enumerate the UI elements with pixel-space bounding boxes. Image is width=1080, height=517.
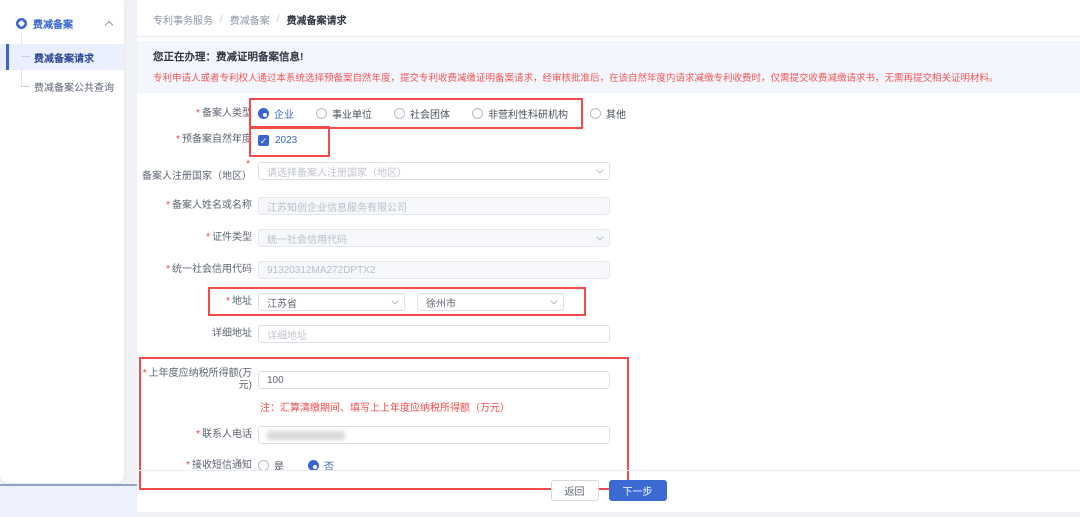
form-footer: 返回 下一步 xyxy=(137,470,1080,501)
contact-phone-input[interactable] xyxy=(258,426,610,444)
notice-banner: 您正在办理：费减证明备案信息! 专利申请人或者专利权人通过本系统选择预备案自然年… xyxy=(137,41,1080,93)
applicant-type-label: *备案人类型 xyxy=(139,108,252,120)
fee-filing-form: *备案人类型 企业 事业单位 社会团体 非营利性科研机构 其他 *预备案自然年度… xyxy=(137,93,1080,490)
field-row-contact-phone: *联系人电话 xyxy=(141,426,627,444)
chevron-down-icon xyxy=(550,297,557,304)
contact-phone-label: *联系人电话 xyxy=(141,429,252,441)
chevron-down-icon xyxy=(596,166,603,173)
taxable-income-note: 注：汇算清缴期间、填写上上年度应纳税所得额（万元） xyxy=(260,399,627,414)
radio-social-organization[interactable]: 社会团体 xyxy=(394,106,450,121)
tree-connector xyxy=(21,56,30,57)
certificate-type-label: *证件类型 xyxy=(139,232,252,244)
field-row-address-detail: 详细地址 详细地址 xyxy=(139,325,1080,343)
radio-dot-icon xyxy=(590,108,601,119)
address-detail-input[interactable]: 详细地址 xyxy=(258,325,610,343)
applicant-type-radio-group: 企业 事业单位 社会团体 非营利性科研机构 其他 xyxy=(258,106,626,121)
field-row-register-country: *备案人注册国家（地区） 请选择备案人注册国家（地区） xyxy=(139,159,1080,183)
register-country-select[interactable]: 请选择备案人注册国家（地区） xyxy=(258,162,610,180)
radio-nonprofit-research[interactable]: 非营利性科研机构 xyxy=(472,106,568,121)
radio-dot-icon xyxy=(472,108,483,119)
year-2023-checkbox[interactable] xyxy=(258,135,269,146)
tree-connector xyxy=(21,86,30,87)
fee-reduction-badge-icon xyxy=(16,18,27,29)
field-row-applicant-type: *备案人类型 企业 事业单位 社会团体 非营利性科研机构 其他 xyxy=(139,106,1080,121)
city-select[interactable]: 徐州市 xyxy=(417,293,564,311)
notice-description: 专利申请人或者专利权人通过本系统选择预备案自然年度，提交专利收费减缴证明备案请求… xyxy=(153,70,1064,84)
year-2023-checkbox-label[interactable]: 2023 xyxy=(275,135,297,146)
taxable-income-label: *上年度应纳税所得额(万元) xyxy=(141,368,252,392)
chevron-up-icon xyxy=(105,20,113,28)
sidebar-base-strip xyxy=(0,484,137,517)
field-row-applicant-name: *备案人姓名或名称 江苏知创企业信息服务有限公司 xyxy=(139,197,1080,215)
next-step-button[interactable]: 下一步 xyxy=(609,480,667,501)
breadcrumb-item-patent-services[interactable]: 专利事务服务 xyxy=(153,12,213,27)
credit-code-label: *统一社会信用代码 xyxy=(139,264,252,276)
sidebar-group-fee-reduction[interactable]: 费减备案 xyxy=(0,13,124,33)
chevron-down-icon xyxy=(596,233,603,240)
chevron-down-icon xyxy=(391,297,398,304)
applicant-name-label: *备案人姓名或名称 xyxy=(139,200,252,212)
certificate-type-select: 统一社会信用代码 xyxy=(258,229,610,247)
radio-dot-icon xyxy=(316,108,327,119)
radio-dot-icon xyxy=(258,108,269,119)
sidebar-item-fee-filing-request[interactable]: 费减备案请求 xyxy=(0,44,124,70)
field-row-address: *地址 江苏省 徐州市 xyxy=(139,293,1080,311)
address-label: *地址 xyxy=(139,296,252,308)
main-panel: 专利事务服务 / 费减备案 / 费减备案请求 您正在办理：费减证明备案信息! 专… xyxy=(137,0,1080,512)
applicant-name-input: 江苏知创企业信息服务有限公司 xyxy=(258,197,610,215)
breadcrumb: 专利事务服务 / 费减备案 / 费减备案请求 xyxy=(137,0,1080,37)
radio-enterprise[interactable]: 企业 xyxy=(258,106,294,121)
province-select[interactable]: 江苏省 xyxy=(258,293,405,311)
field-row-credit-code: *统一社会信用代码 91320312MA272DPTX2 xyxy=(139,261,1080,279)
radio-dot-icon xyxy=(394,108,405,119)
address-detail-label: 详细地址 xyxy=(139,328,252,340)
breadcrumb-item-current: 费减备案请求 xyxy=(287,12,347,27)
breadcrumb-item-fee-filing[interactable]: 费减备案 xyxy=(230,12,270,27)
field-row-taxable-income: *上年度应纳税所得额(万元) 100 xyxy=(141,368,627,392)
prefiling-year-label: *预备案自然年度 xyxy=(139,134,252,146)
field-row-prefiling-year: *预备案自然年度 2023 xyxy=(139,134,1080,146)
radio-other[interactable]: 其他 xyxy=(590,106,626,121)
sidebar-group-label: 费减备案 xyxy=(33,16,73,31)
back-button[interactable]: 返回 xyxy=(551,480,599,501)
credit-code-input: 91320312MA272DPTX2 xyxy=(258,261,610,279)
radio-public-institution[interactable]: 事业单位 xyxy=(316,106,372,121)
field-row-certificate-type: *证件类型 统一社会信用代码 xyxy=(139,229,1080,247)
taxable-income-input[interactable]: 100 xyxy=(258,371,610,389)
register-country-label: *备案人注册国家（地区） xyxy=(139,159,252,183)
notice-title: 您正在办理：费减证明备案信息! xyxy=(153,49,1064,64)
masked-phone-value xyxy=(267,431,345,440)
sidebar-item-fee-filing-public-search[interactable]: 费减备案公共查询 xyxy=(0,75,124,97)
prefiling-year-control: 2023 xyxy=(258,135,297,146)
sidebar: 费减备案 费减备案请求 费减备案公共查询 xyxy=(0,0,124,483)
